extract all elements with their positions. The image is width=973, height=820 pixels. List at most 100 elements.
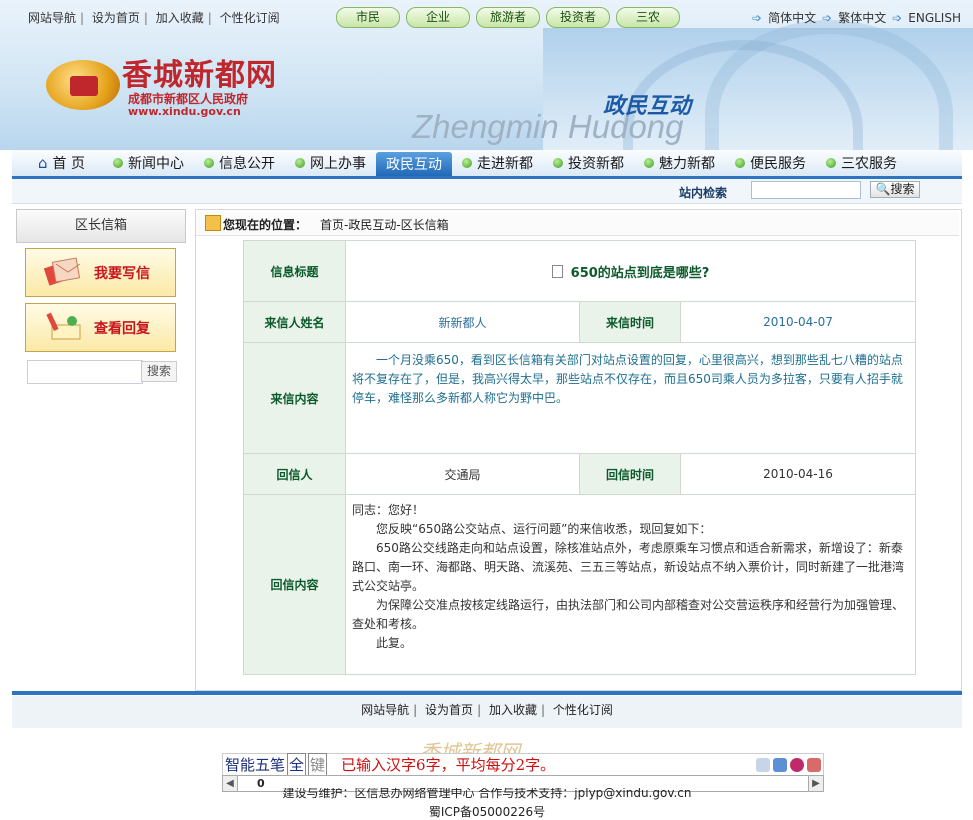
- top-link-subscribe[interactable]: 个性化订阅: [220, 11, 280, 25]
- table-row: 信息标题 650的站点到底是哪些?: [243, 240, 916, 302]
- nav-info-public[interactable]: 信息公开: [194, 150, 285, 176]
- main-nav: ⌂ 首 页 新闻中心 信息公开 网上办事 政民互动 走进新都 投资新都 魅力新都…: [12, 150, 962, 179]
- nav-home[interactable]: ⌂ 首 页: [12, 150, 103, 176]
- letter-content-text: 一个月没乘650，看到区长信箱有关部门对站点设置的回复，心里很高兴，想到那些乱七…: [352, 353, 903, 405]
- lang-english[interactable]: ENGLISH: [908, 11, 961, 25]
- arrow-right-icon: ➩: [892, 10, 903, 25]
- reply-paragraph: 您反映“650路公交站点、运行问题”的来信收悉，现回复如下：: [376, 522, 712, 536]
- document-icon: [551, 264, 563, 278]
- reply-label: 回信内容: [243, 494, 346, 675]
- bullet-icon: [203, 158, 214, 168]
- nav-label: 投资新都: [567, 156, 624, 172]
- sender-label: 来信人姓名: [243, 301, 346, 343]
- lang-traditional[interactable]: 繁体中文: [838, 9, 886, 26]
- site-header: 网站导航 | 设为首页 | 加入收藏 | 个性化订阅 市民 企业 旅游者 投资者 三农…: [0, 0, 973, 150]
- bullet-icon: [552, 158, 563, 168]
- letter-table: 信息标题 650的站点到底是哪些? 来信人姓名 新新都人 来信时间 2010-0…: [243, 240, 916, 675]
- top-links: 网站导航 | 设为首页 | 加入收藏 | 个性化订阅: [28, 11, 280, 25]
- ime-dictionary-icon[interactable]: [790, 757, 804, 772]
- table-row: 来信人姓名 新新都人 来信时间 2010-04-07: [243, 301, 916, 343]
- home-icon: ⌂: [38, 154, 48, 172]
- category-button-investor[interactable]: 投资者: [546, 7, 610, 28]
- nav-label: 信息公开: [218, 156, 275, 172]
- top-link-set-home[interactable]: 设为首页: [92, 11, 140, 25]
- letter-icon: [43, 257, 81, 286]
- nav-label: 首 页: [52, 156, 85, 172]
- site-search-input[interactable]: [751, 181, 861, 199]
- category-button-agriculture[interactable]: 三农: [616, 7, 680, 28]
- ime-calculator-icon[interactable]: [756, 757, 770, 772]
- send-time: 2010-04-07: [680, 301, 916, 343]
- lang-simplified[interactable]: 简体中文: [768, 9, 816, 26]
- arrow-right-icon: ➩: [752, 10, 763, 25]
- copyright-line-1: 建设与维护：区信息办网络管理中心 合作与技术支持：jplyp@xindu.gov…: [282, 788, 692, 800]
- document-pen-icon: [46, 312, 81, 340]
- nav-news[interactable]: 新闻中心: [103, 150, 194, 176]
- nav-label: 网上办事: [309, 156, 366, 172]
- bullet-icon: [643, 158, 654, 168]
- bullet-icon: [112, 158, 123, 168]
- content-label: 来信内容: [243, 342, 346, 454]
- write-letter-label: 我要写信: [94, 266, 150, 282]
- category-button-tourist[interactable]: 旅游者: [476, 7, 540, 28]
- bullet-icon: [294, 158, 305, 168]
- category-button-enterprise[interactable]: 企业: [406, 7, 470, 28]
- sidebar-title: 区长信箱: [16, 209, 186, 243]
- send-time-label: 来信时间: [579, 301, 681, 343]
- bullet-icon: [461, 158, 472, 168]
- bullet-icon: [825, 158, 836, 168]
- footer-link-set-home[interactable]: 设为首页: [425, 703, 473, 717]
- nav-interaction[interactable]: 政民互动: [375, 152, 452, 176]
- arrow-right-icon: ➩: [822, 10, 833, 25]
- title-label: 信息标题: [243, 240, 346, 302]
- ime-search-icon[interactable]: [773, 757, 787, 772]
- top-link-sitemap[interactable]: 网站导航: [28, 11, 76, 25]
- top-link-favorite[interactable]: 加入收藏: [156, 11, 204, 25]
- view-replies-label: 查看回复: [94, 321, 150, 337]
- nav-label: 走进新都: [476, 156, 533, 172]
- ime-fullwidth-toggle[interactable]: 全: [287, 753, 307, 776]
- sidebar-search-button[interactable]: 搜索: [141, 361, 177, 382]
- category-button-citizen[interactable]: 市民: [336, 7, 400, 28]
- letter-title-cell: 650的站点到底是哪些?: [345, 240, 916, 302]
- ime-calendar-icon[interactable]: [807, 757, 821, 772]
- ime-mode[interactable]: 智能五笔: [223, 754, 285, 775]
- sender-name: 新新都人: [345, 301, 580, 343]
- logo-title: 香城新都网: [122, 58, 277, 93]
- footer-links: 网站导航 | 设为首页 | 加入收藏 | 个性化订阅: [12, 696, 962, 728]
- breadcrumb-path: 首页-政民互动-区长信箱: [320, 218, 449, 232]
- letter-content: 一个月没乘650，看到区长信箱有关部门对站点设置的回复，心里很高兴，想到那些乱七…: [345, 342, 916, 454]
- nav-label: 新闻中心: [127, 156, 184, 172]
- replier-label: 回信人: [243, 453, 346, 495]
- location-icon: [205, 215, 221, 231]
- reply-time: 2010-04-16: [680, 453, 916, 495]
- footer-link-subscribe[interactable]: 个性化订阅: [553, 703, 613, 717]
- nav-agriculture[interactable]: 三农服务: [816, 150, 907, 176]
- write-letter-button[interactable]: 我要写信: [25, 248, 176, 297]
- nav-label: 政民互动: [385, 157, 442, 173]
- letter-title: 650的站点到底是哪些?: [570, 265, 710, 281]
- reply-time-label: 回信时间: [579, 453, 681, 495]
- nav-label: 三农服务: [840, 156, 897, 172]
- ime-keyboard-toggle[interactable]: 键: [308, 753, 328, 776]
- replier-name: 交通局: [345, 453, 580, 495]
- nav-label: 魅力新都: [658, 156, 715, 172]
- nav-invest[interactable]: 投资新都: [543, 150, 634, 176]
- copyright-line-2: 蜀ICP备05000226号: [428, 805, 546, 819]
- ime-tools: [756, 757, 823, 772]
- reply-paragraph: 为保障公交准点按核定线路运行，由执法部门和公司内部稽查对公交营运秩序和经营行为加…: [352, 598, 905, 631]
- site-search-button[interactable]: 🔍搜索: [870, 181, 920, 198]
- footer-link-favorite[interactable]: 加入收藏: [489, 703, 537, 717]
- footer-divider: [12, 691, 962, 695]
- footer-link-sitemap[interactable]: 网站导航: [361, 703, 409, 717]
- nav-charm[interactable]: 魅力新都: [634, 150, 725, 176]
- nav-about-xindu[interactable]: 走进新都: [452, 150, 543, 176]
- reply-closing: 此复。: [376, 636, 413, 650]
- nav-convenience[interactable]: 便民服务: [725, 150, 816, 176]
- sidebar-search-input[interactable]: [27, 360, 143, 384]
- table-row: 回信人 交通局 回信时间 2010-04-16: [243, 453, 916, 495]
- nav-online-service[interactable]: 网上办事: [285, 150, 376, 176]
- reply-paragraph: 650路公交线路走向和站点设置，除核准站点外，考虑原乘车习惯点和适合新需求，新增…: [352, 541, 905, 593]
- view-replies-button[interactable]: 查看回复: [25, 303, 176, 352]
- site-search-bar: 站内检索 🔍搜索: [12, 179, 962, 204]
